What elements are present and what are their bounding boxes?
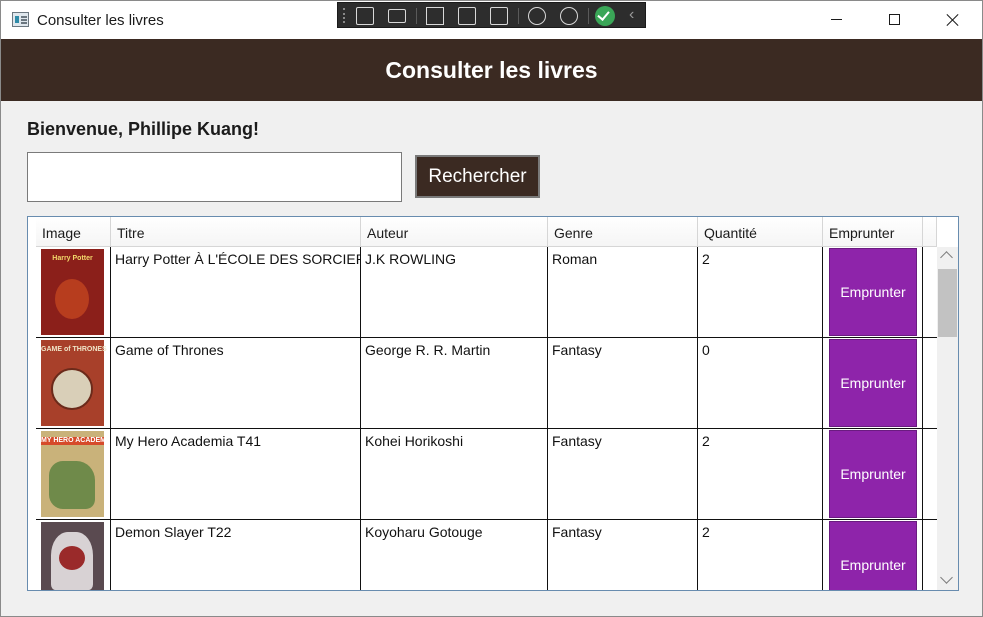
title-cell: My Hero Academia T41 [111,429,361,519]
collapse-chevron-icon[interactable]: ‹ [629,6,634,24]
borrow-button[interactable]: Emprunter [829,248,917,336]
genre-cell: Fantasy [548,429,698,519]
minimize-icon [831,19,842,20]
toolbar-separator [518,8,519,24]
borrow-cell: Emprunter [823,429,923,519]
table-row[interactable]: DEMON SLAYER Demon Slayer T22 Koyoharu G… [36,520,938,590]
title-cell: Harry Potter À L'ÉCOLE DES SORCIERS [111,247,361,337]
books-table: Image Titre Auteur Genre Quantité Emprun… [27,216,959,591]
window-title: Consulter les livres [37,12,164,29]
maximize-icon [889,14,900,25]
column-header-title[interactable]: Titre [111,217,361,247]
game-of-thrones-cover: GAME of THRONES [41,340,107,426]
close-button[interactable] [923,1,981,39]
column-header-filler [923,217,937,247]
accessibility-icon[interactable] [560,7,578,25]
borrow-button[interactable]: Emprunter [829,521,917,590]
title-cell: Game of Thrones [111,338,361,428]
column-header-borrow[interactable]: Emprunter [823,217,923,247]
genre-cell: Fantasy [548,520,698,590]
table-row[interactable]: MY HERO ACADEMIA My Hero Academia T41 Ko… [36,429,938,520]
quantity-cell: 2 [698,429,823,519]
live-visual-tree-icon[interactable] [356,7,374,25]
close-icon [946,13,959,26]
borrow-cell: Emprunter [823,520,923,590]
layout-adorner-icon[interactable] [458,7,476,25]
quantity-cell: 0 [698,338,823,428]
table-row[interactable]: Harry Potter Harry Potter À L'ÉCOLE DES … [36,247,938,338]
genre-cell: Fantasy [548,338,698,428]
toolbar-grip-icon[interactable] [343,8,347,23]
scroll-down-icon[interactable] [940,571,953,584]
video-icon[interactable] [388,9,406,23]
page-header: Consulter les livres [1,39,982,101]
vertical-scrollbar[interactable] [937,247,958,590]
check-icon[interactable] [595,6,615,26]
author-cell: Kohei Horikoshi [361,429,548,519]
quantity-cell: 2 [698,520,823,590]
harry-potter-cover: Harry Potter [41,249,104,335]
demon-slayer-cover: DEMON SLAYER [41,522,104,590]
image-cell: MY HERO ACADEMIA [36,429,111,519]
scroll-up-icon[interactable] [940,251,953,264]
genre-cell: Roman [548,247,698,337]
column-header-image[interactable]: Image [36,217,111,247]
quantity-cell: 2 [698,247,823,337]
toolbar-separator [588,8,589,24]
image-cell: DEMON SLAYER [36,520,111,590]
welcome-message: Bienvenue, Phillipe Kuang! [27,119,260,139]
page-title: Consulter les livres [385,56,598,83]
borrow-button[interactable]: Emprunter [829,339,917,427]
track-focus-icon[interactable] [490,7,508,25]
author-cell: J.K ROWLING [361,247,548,337]
column-header-genre[interactable]: Genre [548,217,698,247]
maximize-button[interactable] [865,1,923,39]
borrow-button[interactable]: Emprunter [829,430,917,518]
column-header-quantity[interactable]: Quantité [698,217,823,247]
title-bar: Consulter les livres ‹ [1,1,982,39]
search-input[interactable] [27,152,402,202]
app-window: Consulter les livres ‹ Consulter les liv… [0,0,983,617]
scroll-thumb[interactable] [938,269,957,337]
debug-toolbar: ‹ [337,2,646,28]
toolbar-separator [416,8,417,24]
author-cell: Koyoharu Gotouge [361,520,548,590]
title-cell: Demon Slayer T22 [111,520,361,590]
author-cell: George R. R. Martin [361,338,548,428]
app-icon [12,12,29,27]
image-cell: Harry Potter [36,247,111,337]
table-header: Image Titre Auteur Genre Quantité Emprun… [28,217,958,247]
borrow-cell: Emprunter [823,247,923,337]
minimize-button[interactable] [807,1,865,39]
binding-failures-icon[interactable] [528,7,546,25]
search-button[interactable]: Rechercher [415,155,540,198]
select-element-icon[interactable] [426,7,444,25]
column-header-author[interactable]: Auteur [361,217,548,247]
image-cell: GAME of THRONES [36,338,111,428]
borrow-cell: Emprunter [823,338,923,428]
my-hero-academia-cover: MY HERO ACADEMIA [41,431,110,517]
table-row[interactable]: GAME of THRONES Game of Thrones George R… [36,338,938,429]
